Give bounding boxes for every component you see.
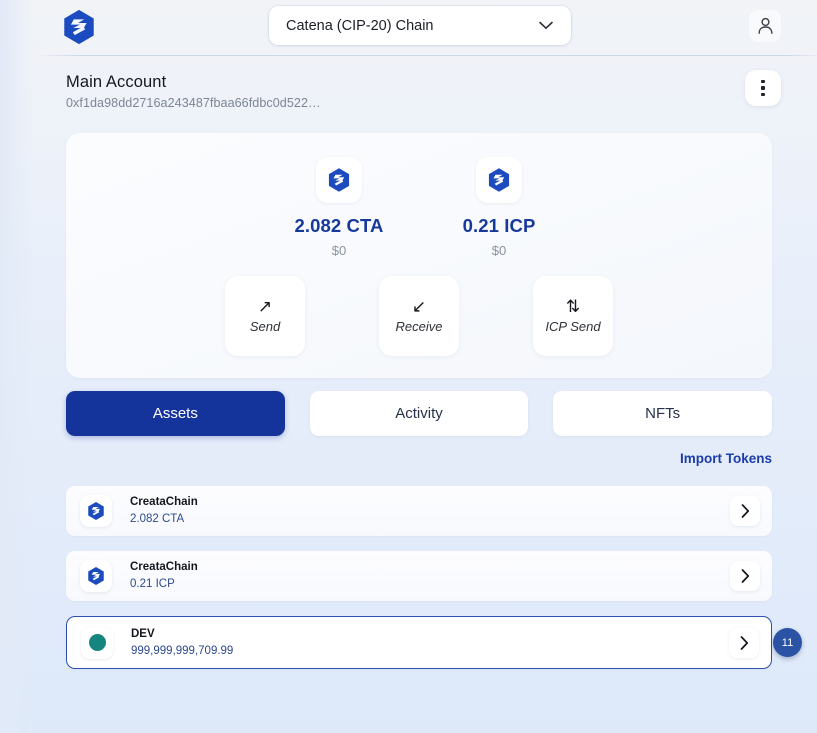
chevron-right-icon	[740, 635, 748, 650]
chevron-right-icon	[741, 504, 749, 518]
token-amount: 0.21 ICP	[462, 215, 536, 236]
tab-assets[interactable]: Assets	[66, 391, 285, 436]
token-icon-container	[476, 157, 522, 203]
account-menu-button[interactable]	[745, 70, 781, 106]
kebab-dot	[761, 92, 765, 97]
receive-button-label: Receive	[395, 319, 443, 334]
table-row[interactable]: DEV 999,999,999,709.99 11	[66, 616, 802, 669]
creatachain-hex-logo-icon	[88, 567, 104, 585]
creatachain-hex-logo-icon	[328, 168, 350, 192]
icp-send-button[interactable]: ⇅ ICP Send	[533, 276, 613, 356]
status-badge: 11	[773, 628, 802, 657]
profile-button[interactable]	[749, 10, 781, 42]
tab-activity[interactable]: Activity	[309, 391, 529, 436]
send-arrow-icon: ↗	[257, 297, 273, 316]
send-button-label: Send	[249, 319, 281, 334]
balance-card: 2.082 CTA $0 0.21 ICP $0 ↗ Send ↙ Receiv…	[66, 133, 772, 378]
asset-name: DEV	[131, 627, 155, 640]
asset-detail-button[interactable]	[730, 561, 760, 591]
receive-button[interactable]: ↙ Receive	[379, 276, 459, 356]
teal-dot-icon	[88, 634, 106, 651]
asset-detail-button[interactable]	[729, 627, 759, 658]
asset-list: CreataChain 2.082 CTA CreataChain 0.21 I…	[66, 486, 802, 684]
token-balance-icp: 0.21 ICP $0	[445, 157, 553, 258]
table-row[interactable]: CreataChain 2.082 CTA	[66, 486, 772, 536]
creatachain-hex-logo-icon	[88, 502, 104, 520]
asset-name: CreataChain	[130, 561, 198, 573]
account-name: Main Account	[66, 73, 167, 91]
chain-selector-value: Catena (CIP-20) Chain	[286, 17, 434, 34]
icp-transfer-icon: ⇅	[565, 297, 581, 316]
kebab-dot	[761, 79, 765, 84]
token-amount: 2.082 CTA	[294, 215, 384, 236]
chain-selector[interactable]: Catena (CIP-20) Chain	[269, 6, 571, 45]
creatachain-hex-logo-icon	[64, 9, 94, 45]
asset-icon-container	[80, 560, 112, 592]
asset-info: DEV 999,999,999,709.99	[131, 627, 729, 659]
token-balance-cta: 2.082 CTA $0	[285, 157, 393, 258]
receive-arrow-icon: ↙	[411, 297, 427, 316]
kebab-dot	[761, 86, 765, 90]
token-fiat-value: $0	[331, 243, 347, 258]
asset-balance: 999,999,999,709.99	[131, 644, 234, 657]
app-header: Catena (CIP-20) Chain	[0, 0, 817, 54]
icp-send-button-label: ICP Send	[545, 319, 601, 334]
account-summary: Main Account 0xf1da98dd2716a243487fbaa66…	[0, 54, 817, 112]
chevron-right-icon	[741, 569, 749, 583]
send-button[interactable]: ↗ Send	[225, 276, 305, 356]
token-icon-container	[316, 157, 362, 203]
asset-detail-button[interactable]	[730, 496, 760, 526]
asset-balance: 0.21 ICP	[130, 578, 175, 590]
token-balances: 2.082 CTA $0 0.21 ICP $0	[66, 133, 772, 258]
asset-info: CreataChain 0.21 ICP	[130, 560, 730, 592]
creatachain-hex-logo-icon	[488, 168, 510, 192]
asset-icon-container	[81, 626, 113, 659]
asset-icon-container	[80, 495, 112, 527]
user-account-icon	[758, 17, 772, 34]
account-address[interactable]: 0xf1da98dd2716a243487fbaa66fdbc0d522…	[66, 94, 817, 112]
import-tokens-link[interactable]: Import Tokens	[680, 451, 772, 466]
table-row[interactable]: CreataChain 0.21 ICP	[66, 551, 772, 601]
token-fiat-value: $0	[491, 243, 507, 258]
content-tabs: Assets Activity NFTs	[66, 391, 773, 436]
wallet-app: Catena (CIP-20) Chain Main Account 0xf1d…	[0, 0, 817, 733]
tab-nfts[interactable]: NFTs	[553, 391, 773, 436]
action-buttons: ↗ Send ↙ Receive ⇅ ICP Send	[66, 276, 772, 356]
asset-info: CreataChain 2.082 CTA	[130, 495, 730, 527]
asset-name: CreataChain	[130, 496, 198, 508]
chevron-down-icon	[539, 21, 553, 29]
asset-balance: 2.082 CTA	[130, 513, 185, 525]
